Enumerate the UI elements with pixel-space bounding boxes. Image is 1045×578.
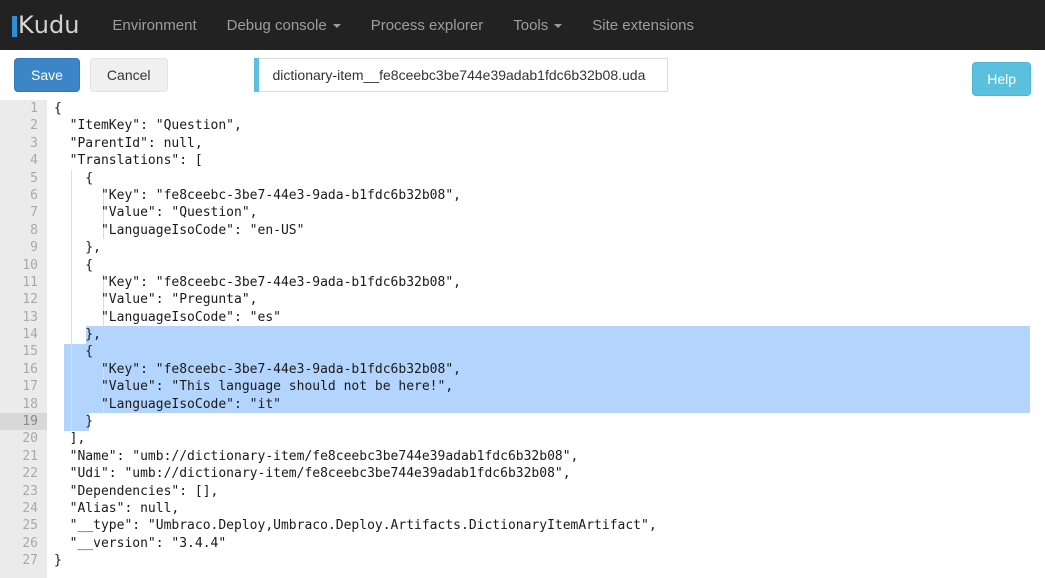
nav-item-debug-console[interactable]: Debug console	[212, 0, 356, 50]
nav-item-label: Environment	[112, 17, 196, 34]
line-number: 23	[0, 483, 47, 500]
nav-item-label: Process explorer	[371, 17, 484, 34]
code-area[interactable]: { "ItemKey": "Question", "ParentId": nul…	[47, 100, 1045, 578]
code-line[interactable]: "Value": "Pregunta",	[47, 291, 1045, 308]
logo-text: udu	[34, 11, 80, 39]
code-line[interactable]: "Key": "fe8ceebc-3be7-44e3-9ada-b1fdc6b3…	[47, 361, 1045, 378]
code-line[interactable]: }	[47, 413, 1045, 430]
code-line[interactable]: },	[47, 326, 1045, 343]
line-number: 15	[0, 343, 47, 360]
nav-item-tools[interactable]: Tools	[498, 0, 577, 50]
nav-item-site-extensions[interactable]: Site extensions	[577, 0, 709, 50]
save-button[interactable]: Save	[14, 58, 80, 92]
code-line[interactable]: "Value": "Question",	[47, 204, 1045, 221]
code-text-layer: { "ItemKey": "Question", "ParentId": nul…	[47, 100, 1045, 578]
help-button[interactable]: Help	[972, 62, 1031, 96]
logo-initial: K	[18, 11, 34, 39]
nav-item-process-explorer[interactable]: Process explorer	[356, 0, 499, 50]
nav-item-label: Tools	[513, 17, 548, 34]
line-number: 2	[0, 117, 47, 134]
line-number: 13	[0, 309, 47, 326]
code-line[interactable]: "Key": "fe8ceebc-3be7-44e3-9ada-b1fdc6b3…	[47, 274, 1045, 291]
line-number: 18	[0, 396, 47, 413]
line-number: 11	[0, 274, 47, 291]
line-number: 25	[0, 517, 47, 534]
line-number: 8	[0, 222, 47, 239]
nav-item-label: Site extensions	[592, 17, 694, 34]
editor-toolbar: Save Cancel dictionary-item__fe8ceebc3be…	[0, 50, 1045, 100]
code-line[interactable]: "ItemKey": "Question",	[47, 117, 1045, 134]
code-line[interactable]: "LanguageIsoCode": "it"	[47, 396, 1045, 413]
code-line[interactable]: "Translations": [	[47, 152, 1045, 169]
code-line[interactable]: {	[47, 170, 1045, 187]
cancel-button[interactable]: Cancel	[90, 58, 168, 92]
line-number: 10	[0, 257, 47, 274]
line-number: 4	[0, 152, 47, 169]
nav-item-environment[interactable]: Environment	[97, 0, 211, 50]
code-line[interactable]: {	[47, 100, 1045, 117]
file-name-box: dictionary-item__fe8ceebc3be744e39adab1f…	[254, 58, 668, 92]
line-number: 22	[0, 465, 47, 482]
line-number: 19	[0, 413, 47, 430]
code-line[interactable]: "Value": "This language should not be he…	[47, 378, 1045, 395]
line-number: 17	[0, 378, 47, 395]
line-number-gutter: 1234567891011121314151617181920212223242…	[0, 100, 47, 578]
line-number: 24	[0, 500, 47, 517]
kudu-editor-page: Kudu Environment Debug console Process e…	[0, 0, 1045, 578]
line-number: 27	[0, 552, 47, 569]
code-line[interactable]: {	[47, 343, 1045, 360]
line-number: 26	[0, 535, 47, 552]
line-number: 1	[0, 100, 47, 117]
nav-item-label: Debug console	[227, 17, 327, 34]
code-line[interactable]: "Name": "umb://dictionary-item/fe8ceebc3…	[47, 448, 1045, 465]
code-line[interactable]: "ParentId": null,	[47, 135, 1045, 152]
kudu-logo[interactable]: Kudu	[0, 0, 97, 50]
line-number: 12	[0, 291, 47, 308]
line-number: 6	[0, 187, 47, 204]
code-line[interactable]: "Dependencies": [],	[47, 483, 1045, 500]
code-line[interactable]: "Key": "fe8ceebc-3be7-44e3-9ada-b1fdc6b3…	[47, 187, 1045, 204]
file-name-label: dictionary-item__fe8ceebc3be744e39adab1f…	[259, 58, 668, 92]
top-navbar: Kudu Environment Debug console Process e…	[0, 0, 1045, 50]
line-number: 5	[0, 170, 47, 187]
line-number: 14	[0, 326, 47, 343]
logo-accent-bar	[12, 16, 17, 37]
code-line[interactable]: "Udi": "umb://dictionary-item/fe8ceebc3b…	[47, 465, 1045, 482]
code-line[interactable]: }	[47, 552, 1045, 569]
chevron-down-icon	[554, 24, 562, 28]
nav-items: Environment Debug console Process explor…	[97, 0, 709, 50]
line-number: 9	[0, 239, 47, 256]
code-line[interactable]: "__version": "3.4.4"	[47, 535, 1045, 552]
line-number: 21	[0, 448, 47, 465]
code-editor[interactable]: 1234567891011121314151617181920212223242…	[0, 100, 1045, 578]
line-number: 20	[0, 430, 47, 447]
code-line[interactable]: "LanguageIsoCode": "en-US"	[47, 222, 1045, 239]
line-number: 3	[0, 135, 47, 152]
code-line[interactable]: },	[47, 239, 1045, 256]
code-line[interactable]: "__type": "Umbraco.Deploy,Umbraco.Deploy…	[47, 517, 1045, 534]
chevron-down-icon	[333, 24, 341, 28]
line-number: 16	[0, 361, 47, 378]
code-line[interactable]: {	[47, 257, 1045, 274]
code-line[interactable]: "LanguageIsoCode": "es"	[47, 309, 1045, 326]
code-line[interactable]: "Alias": null,	[47, 500, 1045, 517]
line-number: 7	[0, 204, 47, 221]
code-line[interactable]: ],	[47, 430, 1045, 447]
